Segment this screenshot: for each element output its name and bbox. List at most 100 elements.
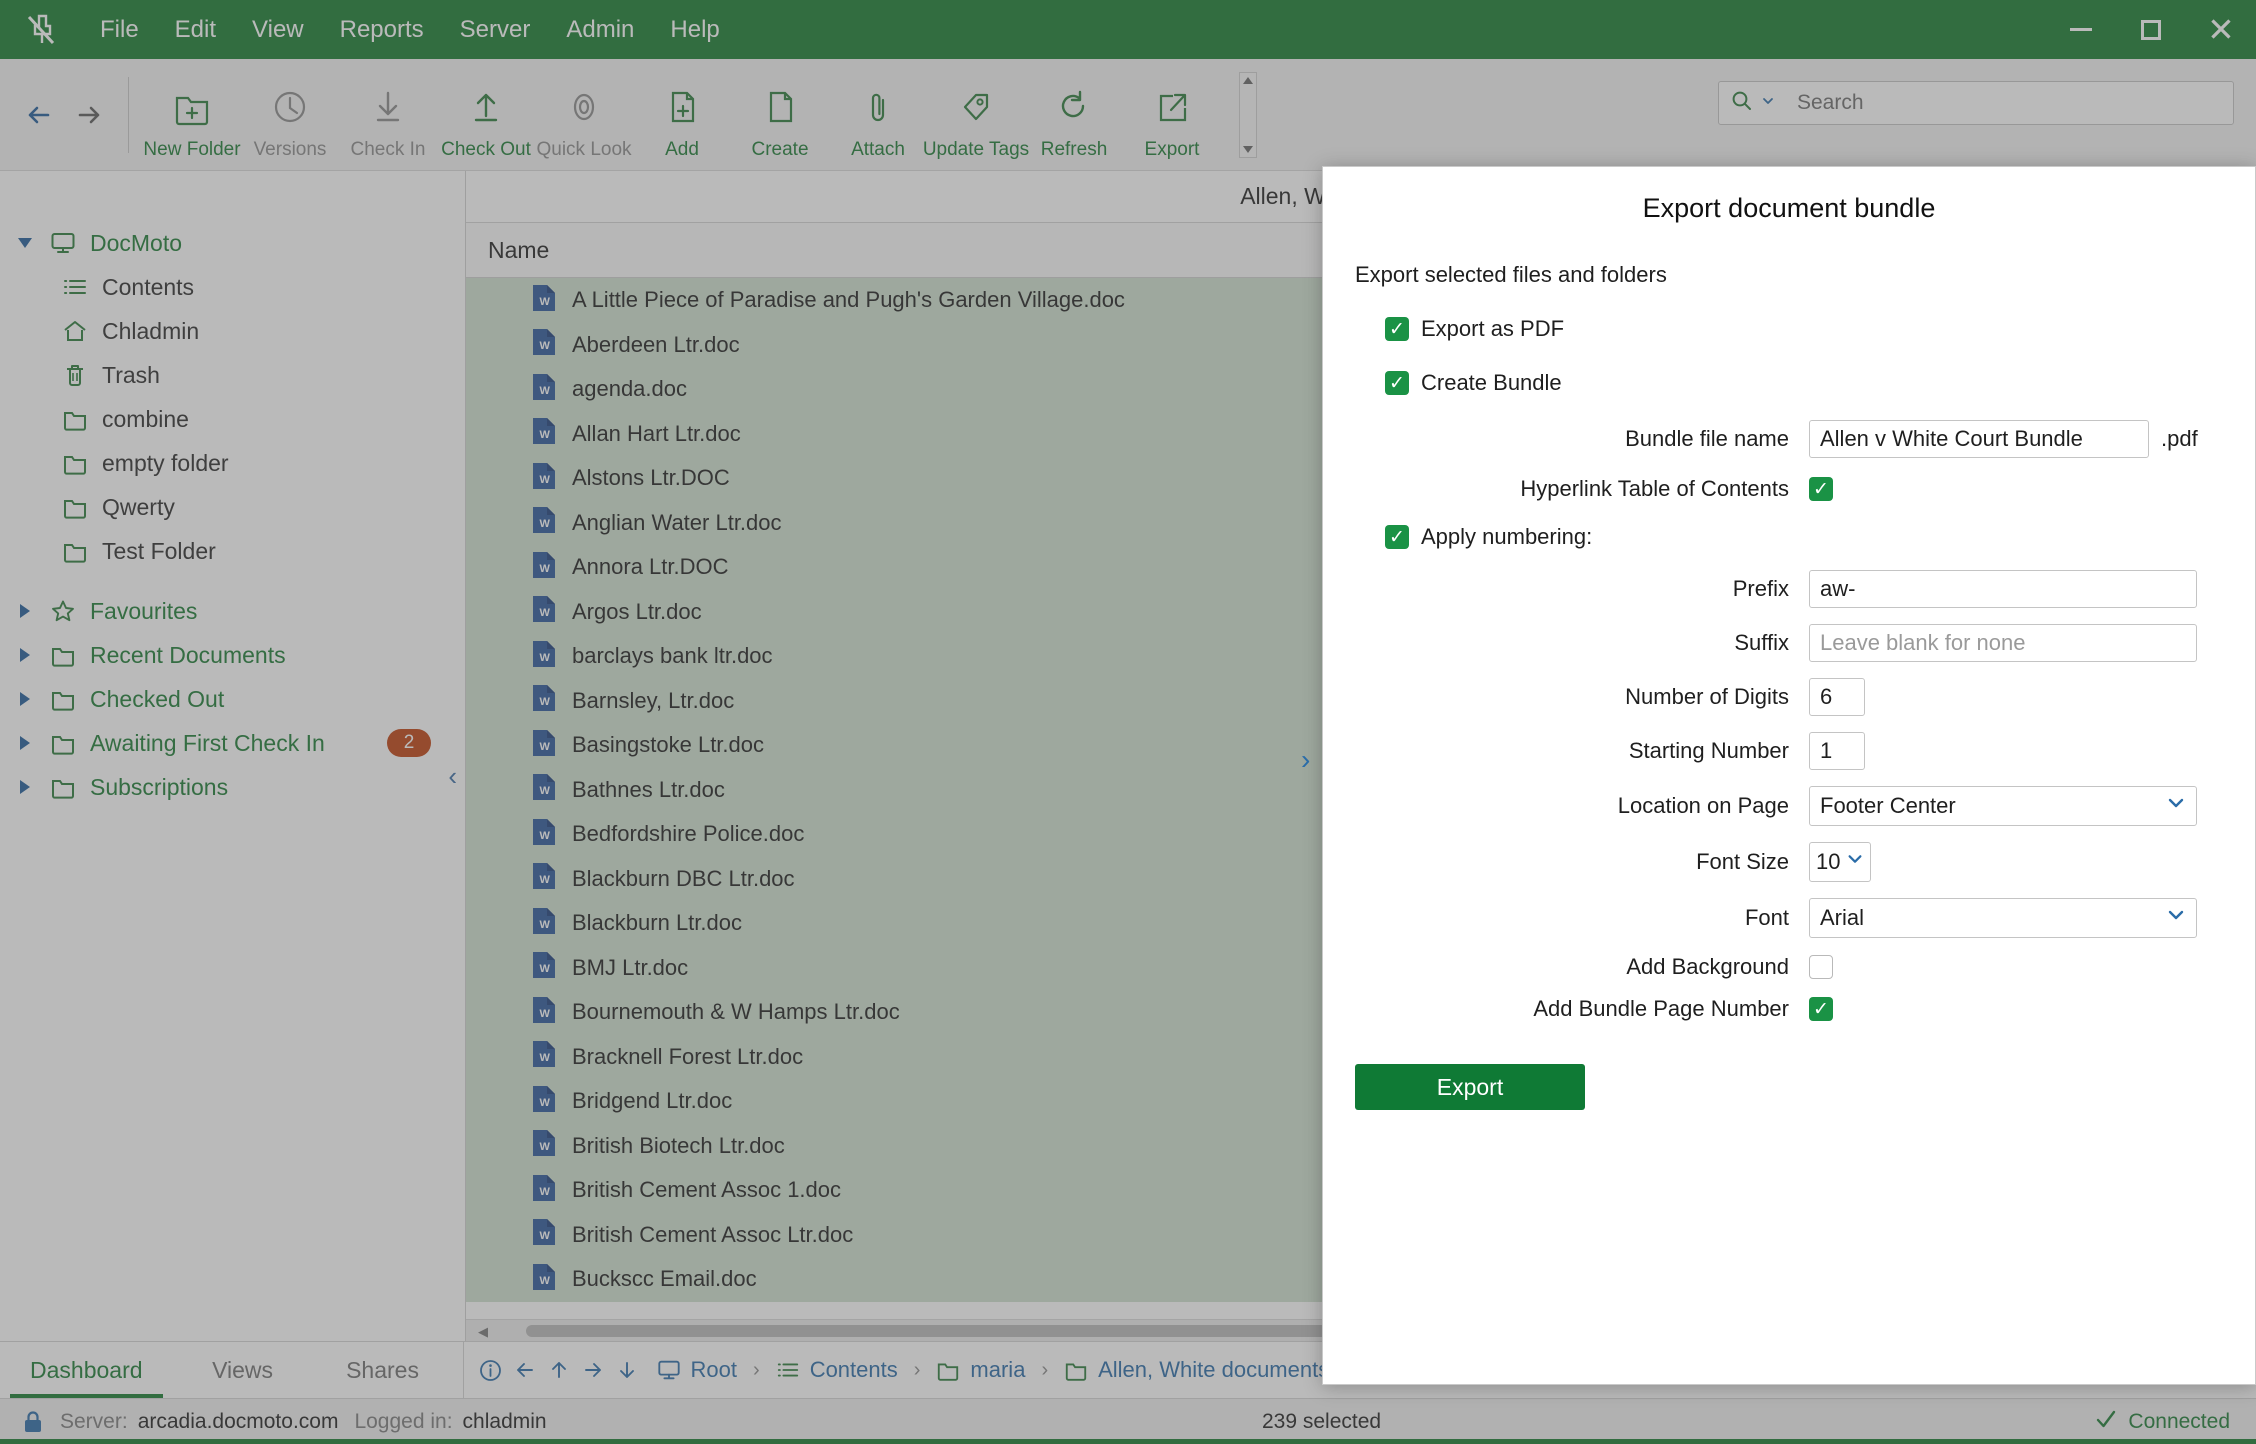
file-name: Anglian Water Ltr.doc — [572, 510, 782, 536]
selection-indicator — [466, 1213, 470, 1258]
create-bundle-checkbox[interactable]: ✓ — [1385, 371, 1409, 395]
file-name: Barnsley, Ltr.doc — [572, 688, 734, 714]
minimize-button[interactable] — [2046, 0, 2116, 59]
apply-numbering-checkbox[interactable]: ✓ — [1385, 525, 1409, 549]
toolbar-label: New Folder — [143, 139, 240, 161]
selection-indicator — [466, 1124, 470, 1169]
collapse-sidebar-icon[interactable]: ‹ — [448, 761, 457, 792]
breadcrumb: Root › Contents › maria › Allen, White d… — [478, 1357, 1330, 1383]
menu-item-help[interactable]: Help — [652, 12, 737, 48]
tab-dashboard[interactable]: Dashboard — [0, 1342, 173, 1399]
breadcrumb-item-root[interactable]: Root — [691, 1357, 737, 1383]
sidebar-item-contents[interactable]: Contents — [0, 265, 465, 309]
forward-arrow-icon[interactable] — [72, 98, 106, 132]
export-as-pdf-checkbox-row[interactable]: ✓ Export as PDF — [1385, 316, 2255, 342]
sidebar-item-combine[interactable]: combine — [0, 397, 465, 441]
selection-indicator — [466, 901, 470, 946]
search-scope-chevron-down-icon[interactable] — [1761, 94, 1775, 113]
menu-item-file[interactable]: File — [82, 12, 157, 48]
toolbar-button-check-in[interactable]: Check In — [339, 69, 437, 161]
sidebar-item-subscriptions[interactable]: Subscriptions — [0, 765, 465, 809]
menu-item-admin[interactable]: Admin — [548, 12, 652, 48]
close-button[interactable]: ✕ — [2186, 0, 2256, 59]
word-doc-icon: W — [532, 818, 558, 851]
twisty-right-icon[interactable] — [14, 736, 36, 750]
sidebar-item-recent-documents[interactable]: Recent Documents — [0, 633, 465, 677]
toolbar-label: Add — [665, 139, 699, 161]
toolbar-overflow-icon[interactable] — [1239, 72, 1257, 158]
tab-shares[interactable]: Shares — [313, 1342, 453, 1399]
hyperlink-toc-checkbox[interactable]: ✓ — [1809, 477, 1833, 501]
breadcrumb-item-contents[interactable]: Contents — [810, 1357, 898, 1383]
sidebar-item-awaiting-first-check-in[interactable]: Awaiting First Check In 2 — [0, 721, 465, 765]
eye-quick-look-icon — [563, 83, 605, 131]
status-bar: Server: arcadia.docmoto.com Logged in: c… — [0, 1398, 2256, 1444]
font-select[interactable]: Arial — [1809, 898, 2197, 938]
export-as-pdf-checkbox[interactable]: ✓ — [1385, 317, 1409, 341]
svg-text:W: W — [540, 830, 551, 842]
twisty-right-icon[interactable] — [14, 648, 36, 662]
suffix-input[interactable]: Leave blank for none — [1809, 624, 2197, 662]
info-icon[interactable] — [478, 1358, 503, 1383]
bundle-file-name-input[interactable]: Allen v White Court Bundle — [1809, 420, 2149, 458]
menu-item-reports[interactable]: Reports — [322, 12, 442, 48]
sidebar-item-qwerty[interactable]: Qwerty — [0, 485, 465, 529]
font-size-select[interactable]: 10 — [1809, 842, 1871, 882]
add-bundle-page-number-label: Add Bundle Page Number — [1323, 996, 1809, 1022]
maximize-button[interactable] — [2116, 0, 2186, 59]
toolbar-button-quick-look[interactable]: Quick Look — [535, 69, 633, 161]
menu-item-server[interactable]: Server — [442, 12, 549, 48]
selection-indicator — [466, 1168, 470, 1213]
add-bundle-page-number-checkbox[interactable]: ✓ — [1809, 997, 1833, 1021]
apply-numbering-checkbox-row[interactable]: ✓ Apply numbering: — [1385, 524, 2255, 550]
search-input[interactable]: Search — [1718, 81, 2234, 125]
starting-number-input[interactable]: 1 — [1809, 732, 1865, 770]
create-bundle-checkbox-row[interactable]: ✓ Create Bundle — [1385, 370, 2255, 396]
toolbar-button-versions[interactable]: Versions — [241, 69, 339, 161]
menu-item-edit[interactable]: Edit — [157, 12, 234, 48]
toolbar-button-export[interactable]: Export — [1123, 69, 1221, 161]
toolbar-button-add[interactable]: Add — [633, 69, 731, 161]
sidebar-item-chladmin[interactable]: Chladmin — [0, 309, 465, 353]
breadcrumb-down-icon[interactable] — [615, 1358, 639, 1382]
breadcrumb-back-icon[interactable] — [513, 1358, 537, 1382]
sidebar-item-checked-out[interactable]: Checked Out — [0, 677, 465, 721]
menu-bar: File Edit View Reports Server Admin Help — [82, 12, 738, 48]
twisty-right-icon[interactable] — [14, 604, 36, 618]
twisty-down-icon[interactable] — [14, 238, 36, 248]
search-placeholder: Search — [1797, 91, 1864, 115]
location-on-page-select[interactable]: Footer Center — [1809, 786, 2197, 826]
back-arrow-icon[interactable] — [22, 98, 56, 132]
twisty-right-icon[interactable] — [14, 692, 36, 706]
twisty-right-icon[interactable] — [14, 780, 36, 794]
scroll-left-icon[interactable]: ◀ — [478, 1324, 488, 1340]
prefix-input[interactable]: aw- — [1809, 570, 2197, 608]
breadcrumb-item-allen-white-documents[interactable]: Allen, White documents — [1098, 1357, 1329, 1383]
breadcrumb-item-maria[interactable]: maria — [970, 1357, 1025, 1383]
breadcrumb-up-icon[interactable] — [547, 1358, 571, 1382]
toolbar-button-refresh[interactable]: Refresh — [1025, 69, 1123, 161]
toolbar-button-update-tags[interactable]: Update Tags — [927, 69, 1025, 161]
toolbar-button-new-folder[interactable]: New Folder — [143, 69, 241, 161]
tab-views[interactable]: Views — [173, 1342, 313, 1399]
chevron-down-icon — [2166, 905, 2186, 931]
breadcrumb-forward-icon[interactable] — [581, 1358, 605, 1382]
toolbar-label: Export — [1145, 139, 1200, 161]
sidebar-item-docmoto[interactable]: DocMoto — [0, 221, 465, 265]
export-button[interactable]: Export — [1355, 1064, 1585, 1110]
sidebar-item-trash[interactable]: Trash — [0, 353, 465, 397]
sidebar-item-empty-folder[interactable]: empty folder — [0, 441, 465, 485]
number-of-digits-input[interactable]: 6 — [1809, 678, 1865, 716]
trash-icon — [58, 362, 92, 388]
sidebar-item-favourites[interactable]: Favourites — [0, 589, 465, 633]
clock-history-icon — [269, 83, 311, 131]
toolbar-button-check-out[interactable]: Check Out — [437, 69, 535, 161]
toolbar-label: Refresh — [1041, 139, 1108, 161]
menu-item-view[interactable]: View — [234, 12, 322, 48]
toolbar-button-attach[interactable]: Attach — [829, 69, 927, 161]
expand-panel-icon[interactable]: › — [1301, 744, 1310, 776]
toolbar-button-create[interactable]: Create — [731, 69, 829, 161]
add-background-checkbox[interactable] — [1809, 955, 1833, 979]
sidebar-item-test-folder[interactable]: Test Folder — [0, 529, 465, 573]
sidebar-item-label: Subscriptions — [90, 774, 228, 801]
